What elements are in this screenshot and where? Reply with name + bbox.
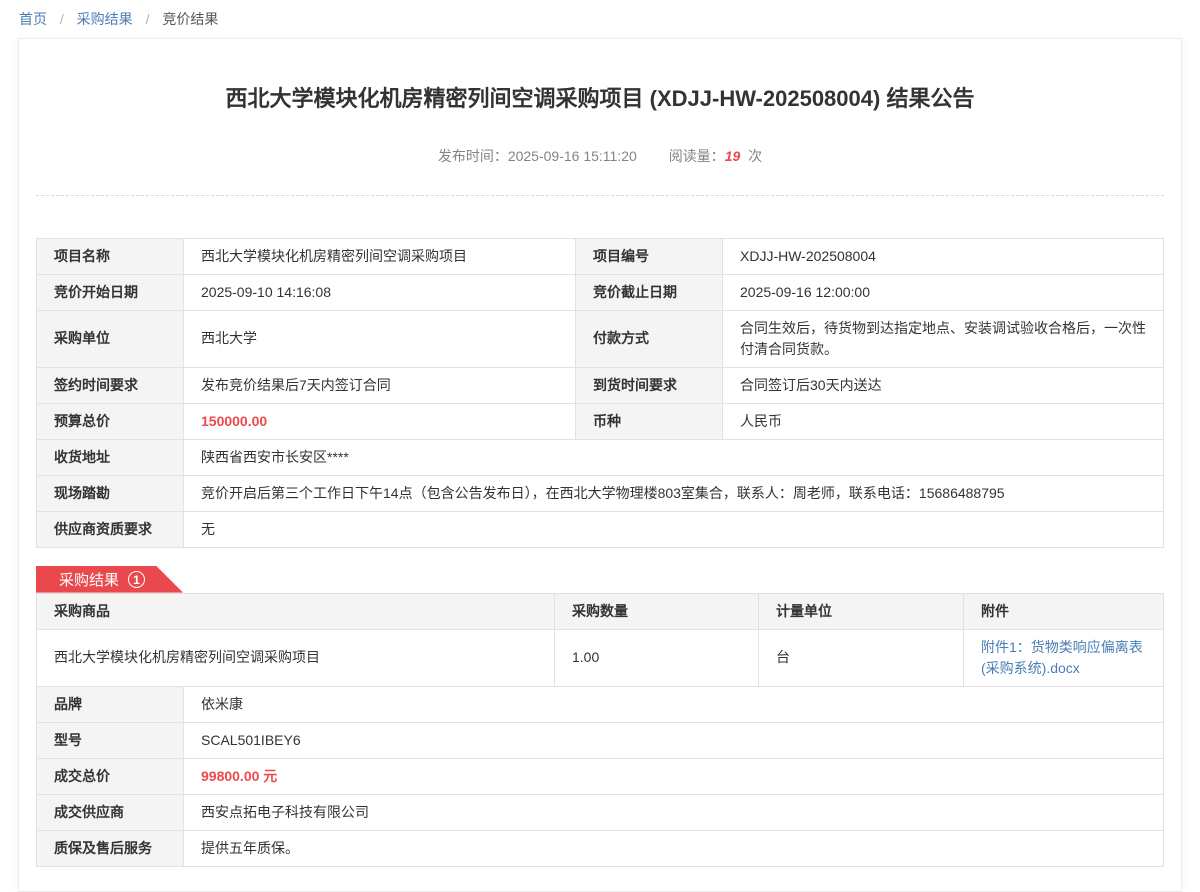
- breadcrumb-separator: /: [146, 11, 150, 27]
- result-section-header: 采购结果 1: [36, 566, 1164, 593]
- detail-value: 提供五年质保。: [184, 830, 1164, 866]
- table-row: 采购单位 西北大学 付款方式 合同生效后，待货物到达指定地点、安装调试验收合格后…: [37, 310, 1164, 367]
- column-header-quantity: 采购数量: [555, 593, 759, 629]
- table-row: 成交供应商 西安点拓电子科技有限公司: [37, 794, 1164, 830]
- table-row: 成交总价 99800.00 元: [37, 758, 1164, 794]
- dashed-divider: [36, 195, 1164, 196]
- purchase-items-table: 采购商品 采购数量 计量单位 附件 西北大学模块化机房精密列间空调采购项目 1.…: [36, 593, 1164, 687]
- table-row: 西北大学模块化机房精密列间空调采购项目 1.00 台 附件1：货物类响应偏离表(…: [37, 629, 1164, 686]
- detail-value: 西安点拓电子科技有限公司: [184, 794, 1164, 830]
- info-value: 人民币: [723, 403, 1164, 439]
- table-row: 项目名称 西北大学模块化机房精密列间空调采购项目 项目编号 XDJJ-HW-20…: [37, 238, 1164, 274]
- info-label: 币种: [576, 403, 723, 439]
- breadcrumb-home-link[interactable]: 首页: [19, 11, 47, 27]
- detail-label: 成交供应商: [37, 794, 184, 830]
- detail-label: 品牌: [37, 686, 184, 722]
- column-header-unit: 计量单位: [759, 593, 964, 629]
- info-value: XDJJ-HW-202508004: [723, 238, 1164, 274]
- info-label: 供应商资质要求: [37, 511, 184, 547]
- info-value: 陕西省西安市长安区****: [184, 439, 1164, 475]
- breadcrumb-separator: /: [60, 11, 64, 27]
- column-header-product: 采购商品: [37, 593, 555, 629]
- info-label: 竞价开始日期: [37, 274, 184, 310]
- detail-value: 依米康: [184, 686, 1164, 722]
- publish-time-value: 2025-09-16 15:11:20: [508, 148, 637, 164]
- info-label: 项目编号: [576, 238, 723, 274]
- info-label: 现场踏勘: [37, 475, 184, 511]
- table-row: 现场踏勘 竞价开启后第三个工作日下午14点（包含公告发布日），在西北大学物理楼8…: [37, 475, 1164, 511]
- breadcrumb: 首页 / 采购结果 / 竞价结果: [0, 0, 1200, 38]
- table-row: 预算总价 150000.00 币种 人民币: [37, 403, 1164, 439]
- info-value: 2025-09-10 14:16:08: [184, 274, 576, 310]
- announcement-card: 西北大学模块化机房精密列间空调采购项目 (XDJJ-HW-202508004) …: [18, 38, 1182, 892]
- read-count-label: 阅读量：: [669, 148, 725, 164]
- article-meta: 发布时间：2025-09-16 15:11:20 阅读量：19 次: [36, 146, 1164, 166]
- page-title: 西北大学模块化机房精密列间空调采购项目 (XDJJ-HW-202508004) …: [36, 39, 1164, 114]
- award-total-price: 99800.00 元: [184, 758, 1164, 794]
- table-row: 品牌 依米康: [37, 686, 1164, 722]
- table-row: 型号 SCAL501IBEY6: [37, 722, 1164, 758]
- info-value: 合同签订后30天内送达: [723, 367, 1164, 403]
- attachment-cell: 附件1：货物类响应偏离表(采购系统).docx: [964, 629, 1164, 686]
- product-name-cell: 西北大学模块化机房精密列间空调采购项目: [37, 629, 555, 686]
- info-value: 无: [184, 511, 1164, 547]
- info-label: 收货地址: [37, 439, 184, 475]
- detail-label: 型号: [37, 722, 184, 758]
- info-label: 采购单位: [37, 310, 184, 367]
- read-count: 阅读量：19 次: [669, 148, 762, 164]
- project-info-table: 项目名称 西北大学模块化机房精密列间空调采购项目 项目编号 XDJJ-HW-20…: [36, 238, 1164, 548]
- column-header-attachment: 附件: [964, 593, 1164, 629]
- info-label: 签约时间要求: [37, 367, 184, 403]
- breadcrumb-current: 竞价结果: [162, 11, 218, 27]
- result-count-badge: 1: [128, 571, 145, 588]
- table-row: 签约时间要求 发布竞价结果后7天内签订合同 到货时间要求 合同签订后30天内送达: [37, 367, 1164, 403]
- info-label: 竞价截止日期: [576, 274, 723, 310]
- read-count-unit: 次: [748, 148, 762, 164]
- award-detail-table: 品牌 依米康 型号 SCAL501IBEY6 成交总价 99800.00 元 成…: [36, 686, 1164, 867]
- info-label: 项目名称: [37, 238, 184, 274]
- read-count-value: 19: [725, 148, 741, 164]
- info-value: 西北大学: [184, 310, 576, 367]
- info-value: 竞价开启后第三个工作日下午14点（包含公告发布日），在西北大学物理楼803室集合…: [184, 475, 1164, 511]
- unit-cell: 台: [759, 629, 964, 686]
- detail-value: SCAL501IBEY6: [184, 722, 1164, 758]
- table-row: 质保及售后服务 提供五年质保。: [37, 830, 1164, 866]
- breadcrumb-purchase-results-link[interactable]: 采购结果: [77, 11, 133, 27]
- publish-time-label: 发布时间：: [438, 148, 508, 164]
- table-header-row: 采购商品 采购数量 计量单位 附件: [37, 593, 1164, 629]
- table-row: 供应商资质要求 无: [37, 511, 1164, 547]
- info-label: 预算总价: [37, 403, 184, 439]
- budget-total-price: 150000.00: [184, 403, 576, 439]
- info-value: 合同生效后，待货物到达指定地点、安装调试验收合格后，一次性付清合同货款。: [723, 310, 1164, 367]
- table-row: 收货地址 陕西省西安市长安区****: [37, 439, 1164, 475]
- table-row: 竞价开始日期 2025-09-10 14:16:08 竞价截止日期 2025-0…: [37, 274, 1164, 310]
- info-value: 西北大学模块化机房精密列间空调采购项目: [184, 238, 576, 274]
- detail-label: 成交总价: [37, 758, 184, 794]
- detail-label: 质保及售后服务: [37, 830, 184, 866]
- publish-time: 发布时间：2025-09-16 15:11:20: [438, 148, 637, 164]
- purchase-result-badge: 采购结果 1: [36, 566, 183, 593]
- info-label: 到货时间要求: [576, 367, 723, 403]
- info-label: 付款方式: [576, 310, 723, 367]
- quantity-cell: 1.00: [555, 629, 759, 686]
- info-value: 发布竞价结果后7天内签订合同: [184, 367, 576, 403]
- purchase-result-badge-label: 采购结果: [59, 569, 119, 590]
- attachment-download-link[interactable]: 附件1：货物类响应偏离表(采购系统).docx: [981, 639, 1143, 676]
- info-value: 2025-09-16 12:00:00: [723, 274, 1164, 310]
